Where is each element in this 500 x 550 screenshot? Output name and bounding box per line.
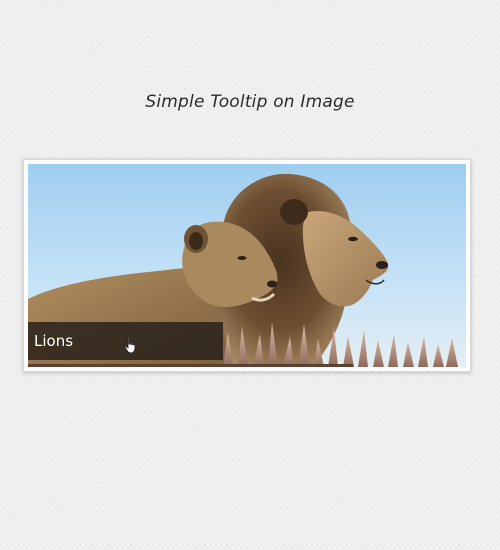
image-caption-strip [28,364,353,367]
image-frame: Lions [23,159,471,372]
hand-cursor-icon [124,336,136,354]
lions-image[interactable]: Lions [28,164,466,367]
tooltip-label: Lions [34,332,74,350]
page-title: Simple Tooltip on Image [145,92,355,112]
image-tooltip: Lions [28,322,223,360]
